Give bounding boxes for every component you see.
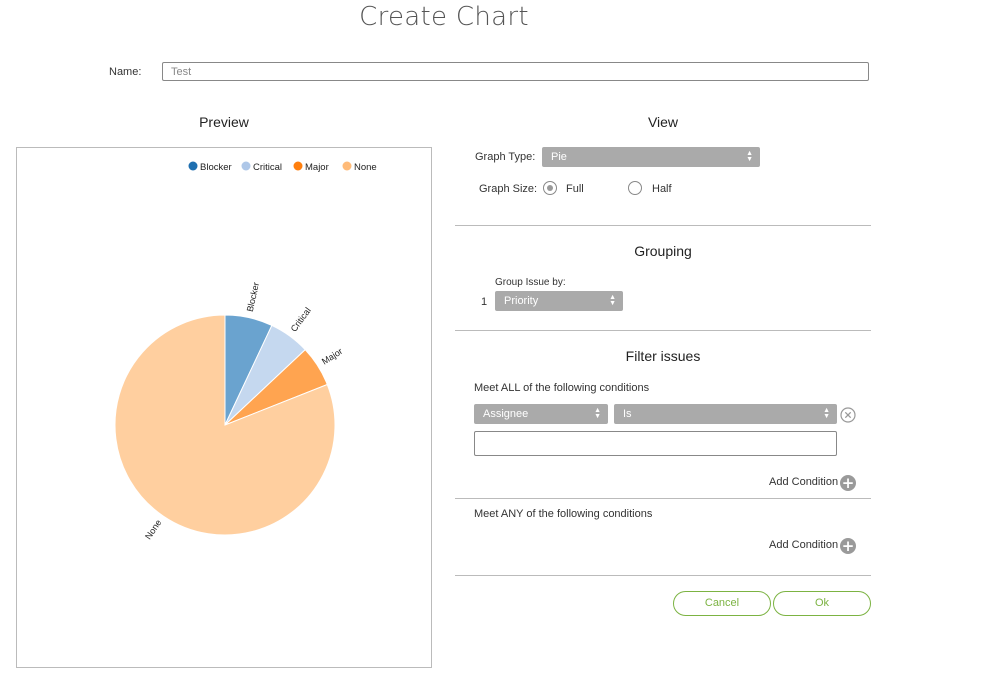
legend-label: Blocker [200,162,232,173]
slice-label: Blocker [245,281,261,312]
group-by-label: Group Issue by: [495,277,566,288]
plus-circle-icon[interactable]: + [840,475,856,491]
condition-field-value: Assignee [483,408,529,420]
legend-item[interactable]: None [342,161,377,174]
graph-size-label: Graph Size: [479,183,538,195]
add-condition-all-button[interactable]: Add Condition [769,476,838,488]
select-arrows-icon: ▲ ▼ [594,407,601,420]
legend-swatch [342,161,352,171]
condition-operator-select[interactable]: Is ▲ ▼ [614,404,837,424]
divider [455,225,871,226]
select-arrows-icon: ▲ ▼ [746,150,753,163]
chart-preview: Blocker Critical Major None Blocker Critical M… [16,147,432,668]
filter-title: Filter issues [625,348,701,364]
condition-value-input[interactable] [474,431,837,456]
select-arrows-icon: ▲ ▼ [609,294,616,307]
legend-label: Major [305,162,329,173]
legend-swatch [293,161,303,171]
divider [455,575,871,576]
pie-chart: Blocker Critical Major None Blocker Critical M… [114,161,377,541]
divider [455,498,871,499]
size-half-label: Half [652,183,672,195]
legend-item[interactable]: Blocker [188,161,232,174]
group-index: 1 [481,296,488,308]
view-title: View [647,114,679,130]
condition-field-select[interactable]: Assignee ▲ ▼ [474,404,608,424]
size-half-radio[interactable] [628,181,642,195]
cancel-button[interactable]: Cancel [673,591,771,616]
graph-type-label: Graph Type: [475,151,536,163]
name-label: Name: [109,66,142,78]
slice-label: Major [320,346,344,367]
plus-circle-icon[interactable]: + [840,538,856,554]
legend-swatch [241,161,251,171]
size-full-radio[interactable] [543,181,557,195]
remove-condition-icon[interactable] [840,407,856,423]
select-arrows-icon: ▲ ▼ [823,407,830,420]
name-input[interactable] [162,62,869,81]
page-title: Create Chart [359,2,529,32]
add-condition-any-button[interactable]: Add Condition [769,539,838,551]
divider [455,330,871,331]
ok-button[interactable]: Ok [773,591,871,616]
legend-label: None [354,162,377,173]
graph-type-select[interactable]: Pie ▲ ▼ [542,147,760,167]
legend-swatch [188,161,198,171]
size-full-label: Full [566,183,584,195]
slice-label: Critical [289,306,313,334]
legend-label: Critical [253,162,282,173]
graph-type-value: Pie [551,151,567,163]
legend-item[interactable]: Major [293,161,329,174]
legend-item[interactable]: Critical [241,161,283,174]
group-by-value: Priority [504,295,539,307]
condition-operator-value: Is [623,408,632,420]
meet-any-label: Meet ANY of the following conditions [474,508,653,520]
meet-all-label: Meet ALL of the following conditions [474,382,650,394]
preview-title: Preview [199,114,249,130]
slice-label: None [143,518,163,541]
group-by-select[interactable]: Priority ▲ ▼ [495,291,623,311]
grouping-title: Grouping [634,243,692,259]
